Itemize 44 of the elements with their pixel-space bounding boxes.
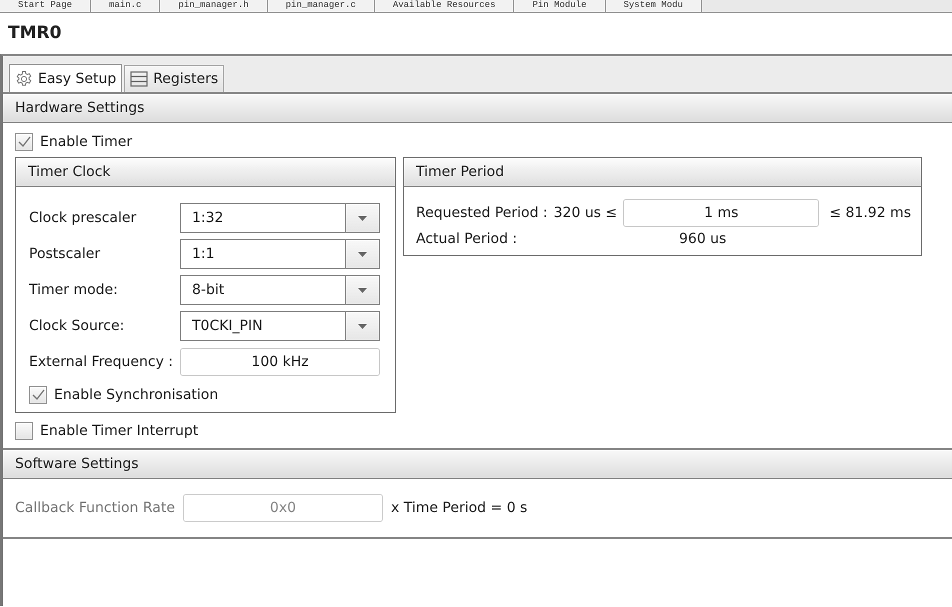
- field-label: External Frequency :: [29, 354, 174, 370]
- input-field[interactable]: 1 ms: [623, 199, 820, 227]
- panel-header: Timer Period: [404, 158, 921, 187]
- input-field[interactable]: 100 kHz: [180, 348, 380, 376]
- editor-tab[interactable]: Pin Module: [514, 0, 606, 12]
- field-label: Clock Source:: [29, 318, 126, 334]
- editor-tab[interactable]: pin_manager.c: [268, 0, 375, 12]
- tab[interactable]: Easy Setup: [9, 64, 122, 92]
- editor-tab[interactable]: pin_manager.h: [160, 0, 268, 12]
- result-text: x Time Period = 0 s: [390, 500, 528, 516]
- field-label: Clock prescaler: [29, 210, 138, 226]
- checkbox[interactable]: [15, 422, 33, 440]
- max-value: ≤ 81.92 ms: [829, 205, 911, 221]
- field-label: Actual Period :: [416, 231, 518, 247]
- field-label: Postscaler: [29, 246, 102, 262]
- section-header: Software Settings: [3, 450, 952, 479]
- list-icon: [130, 71, 148, 87]
- actual-value: 960 us: [679, 231, 726, 247]
- section-header: Hardware Settings: [3, 94, 952, 123]
- checkbox-label: Enable Timer: [40, 134, 132, 150]
- tab[interactable]: Registers: [124, 65, 224, 92]
- caret-icon: [358, 252, 367, 256]
- checkbox[interactable]: [15, 133, 33, 151]
- editor-tab[interactable]: Start Page: [0, 0, 92, 12]
- dropdown[interactable]: T0CKI_PIN: [180, 311, 380, 341]
- field-label: Timer mode:: [29, 282, 119, 298]
- checkbox-label: Enable Synchronisation: [54, 387, 218, 403]
- gear-icon: [15, 70, 33, 88]
- page-title: TMR0: [8, 22, 62, 44]
- dropdown[interactable]: 1:32: [180, 203, 380, 233]
- panel-header: Timer Clock: [16, 158, 395, 187]
- dropdown[interactable]: 1:1: [180, 239, 380, 269]
- caret-icon: [358, 216, 367, 220]
- editor-tab[interactable]: main.c: [91, 0, 160, 12]
- min-value: 320 us ≤: [554, 205, 618, 221]
- field-label: Requested Period :: [416, 205, 548, 221]
- dropdown[interactable]: 8-bit: [180, 275, 380, 305]
- field-label: Callback Function Rate: [15, 500, 175, 516]
- editor-tab[interactable]: System Modu: [606, 0, 702, 12]
- checkbox-label: Enable Timer Interrupt: [40, 423, 198, 439]
- checkbox[interactable]: [29, 386, 47, 404]
- caret-icon: [358, 324, 367, 328]
- caret-icon: [358, 288, 367, 292]
- editor-tab[interactable]: Available Resources: [374, 0, 514, 12]
